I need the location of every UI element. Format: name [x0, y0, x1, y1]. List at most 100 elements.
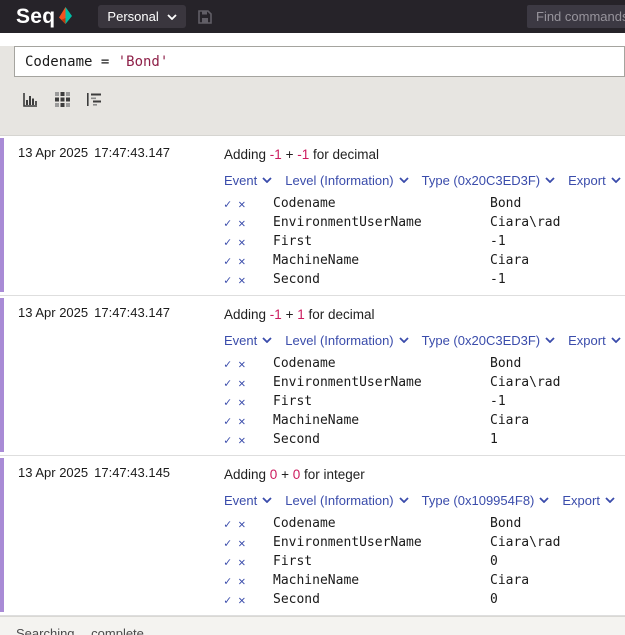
include-filter-icon[interactable]: ✓ [224, 274, 231, 286]
event-time: 17:47:43.147 [94, 145, 171, 160]
include-filter-icon[interactable]: ✓ [224, 594, 231, 606]
property-name: EnvironmentUserName [273, 535, 422, 550]
property-row: ✓ ✕ Second -1 [224, 270, 625, 289]
workspace-selector[interactable]: Personal [98, 5, 186, 28]
export-menu-link[interactable]: Export [562, 493, 615, 508]
message-text: + [281, 307, 298, 322]
include-filter-icon[interactable]: ✓ [224, 236, 231, 248]
property-name: MachineName [273, 253, 360, 268]
exclude-filter-icon[interactable]: ✕ [238, 198, 245, 210]
include-filter-icon[interactable]: ✓ [224, 518, 231, 530]
property-row: ✓ ✕ EnvironmentUserName Ciara\rad [224, 373, 625, 392]
exclude-filter-icon[interactable]: ✕ [238, 274, 245, 286]
property-value: 0 [490, 592, 498, 607]
exclude-filter-icon[interactable]: ✕ [238, 537, 245, 549]
status-text: Searching… complete. [16, 626, 148, 635]
include-filter-icon[interactable]: ✓ [224, 537, 231, 549]
include-filter-icon[interactable]: ✓ [224, 556, 231, 568]
property-value: -1 [490, 234, 506, 249]
link-label: Export [568, 172, 606, 188]
exclude-filter-icon[interactable]: ✕ [238, 594, 245, 606]
type-menu-link[interactable]: Type (0x20C3ED3F) [422, 333, 556, 348]
log-event[interactable]: 13 Apr 2025 17:47:43.147 Adding -1 + 1 fo… [0, 296, 625, 456]
chevron-down-icon [611, 177, 621, 183]
exclude-filter-icon[interactable]: ✕ [238, 255, 245, 267]
query-expression: Codename = [25, 53, 118, 70]
include-filter-icon[interactable]: ✓ [224, 415, 231, 427]
chevron-down-icon [262, 177, 272, 183]
exclude-filter-icon[interactable]: ✕ [238, 396, 245, 408]
property-table: ✓ ✕ Codename Bond ✓ ✕ EnvironmentUserName … [224, 354, 625, 449]
property-row: ✓ ✕ First 0 [224, 552, 625, 571]
event-menu-link[interactable]: Event [224, 493, 272, 508]
export-menu-link[interactable]: Export [568, 333, 621, 348]
level-menu-link[interactable]: Level (Information) [285, 492, 409, 508]
event-message: Adding -1 + 1 for decimal [224, 305, 625, 325]
type-menu-link[interactable]: Type (0x20C3ED3F) [422, 173, 556, 188]
event-menu-link[interactable]: Event [224, 173, 272, 188]
type-menu-link[interactable]: Type (0x109954F8) [422, 493, 550, 508]
message-number: -1 [269, 147, 282, 162]
log-event[interactable]: 13 Apr 2025 17:47:43.145 Adding 0 + 0 for… [0, 456, 625, 616]
link-label: Export [562, 492, 600, 508]
property-name: Codename [273, 356, 336, 371]
event-timestamp: 13 Apr 2025 17:47:43.147 [0, 296, 224, 455]
level-menu-link[interactable]: Level (Information) [285, 333, 409, 348]
include-filter-icon[interactable]: ✓ [224, 198, 231, 210]
exclude-filter-icon[interactable]: ✕ [238, 518, 245, 530]
message-text: + [281, 147, 298, 162]
chart-view-button[interactable] [22, 92, 38, 108]
view-toolbar [0, 77, 625, 108]
event-actions: Event Level (Information) Type (0x20C3ED… [224, 169, 625, 191]
exclude-filter-icon[interactable]: ✕ [238, 358, 245, 370]
query-input[interactable]: Codename = 'Bond' [14, 46, 625, 77]
property-row: ✓ ✕ First -1 [224, 232, 625, 251]
export-menu-link[interactable]: Export [568, 173, 621, 188]
event-actions: Event Level (Information) Type (0x20C3ED… [224, 329, 625, 351]
link-label: Level (Information) [285, 492, 394, 508]
property-name: MachineName [273, 573, 360, 588]
event-message: Adding 0 + 0 for integer [224, 465, 625, 485]
link-label: Level (Information) [285, 172, 394, 188]
chevron-down-icon [605, 497, 615, 503]
exclude-filter-icon[interactable]: ✕ [238, 377, 245, 389]
level-menu-link[interactable]: Level (Information) [285, 172, 409, 188]
events-view-button[interactable] [87, 92, 103, 108]
property-row: ✓ ✕ EnvironmentUserName Ciara\rad [224, 213, 625, 232]
include-filter-icon[interactable]: ✓ [224, 255, 231, 267]
property-value: Bond [490, 196, 522, 211]
link-label: Type (0x20C3ED3F) [421, 172, 541, 188]
exclude-filter-icon[interactable]: ✕ [238, 236, 245, 248]
exclude-filter-icon[interactable]: ✕ [238, 575, 245, 587]
property-row: ✓ ✕ Codename Bond [224, 514, 625, 533]
include-filter-icon[interactable]: ✓ [224, 396, 231, 408]
link-label: Event [224, 492, 258, 508]
exclude-filter-icon[interactable]: ✕ [238, 217, 245, 229]
property-row: ✓ ✕ EnvironmentUserName Ciara\rad [224, 533, 625, 552]
grid-view-button[interactable] [55, 92, 70, 108]
include-filter-icon[interactable]: ✓ [224, 358, 231, 370]
save-view-icon[interactable] [197, 9, 212, 24]
command-search-placeholder: Find commands, s [536, 9, 625, 24]
event-menu-link[interactable]: Event [224, 333, 272, 348]
property-name: Second [273, 272, 320, 287]
status-bar: Searching… complete. [0, 616, 625, 635]
command-search-input[interactable]: Find commands, s [527, 5, 625, 28]
event-timestamp: 13 Apr 2025 17:47:43.147 [0, 136, 224, 295]
chevron-down-icon [539, 497, 550, 503]
include-filter-icon[interactable]: ✓ [224, 575, 231, 587]
include-filter-icon[interactable]: ✓ [224, 377, 231, 389]
property-value: -1 [490, 272, 506, 287]
log-event[interactable]: 13 Apr 2025 17:47:43.147 Adding -1 + -1 f… [0, 136, 625, 296]
property-row: ✓ ✕ MachineName Ciara [224, 411, 625, 430]
exclude-filter-icon[interactable]: ✕ [238, 415, 245, 427]
include-filter-icon[interactable]: ✓ [224, 434, 231, 446]
link-label: Type (0x20C3ED3F) [421, 332, 541, 348]
chevron-down-icon [545, 337, 555, 343]
property-name: Codename [273, 196, 336, 211]
exclude-filter-icon[interactable]: ✕ [238, 556, 245, 568]
property-value: Bond [490, 516, 522, 531]
include-filter-icon[interactable]: ✓ [224, 217, 231, 229]
property-name: First [273, 554, 313, 569]
exclude-filter-icon[interactable]: ✕ [238, 434, 245, 446]
